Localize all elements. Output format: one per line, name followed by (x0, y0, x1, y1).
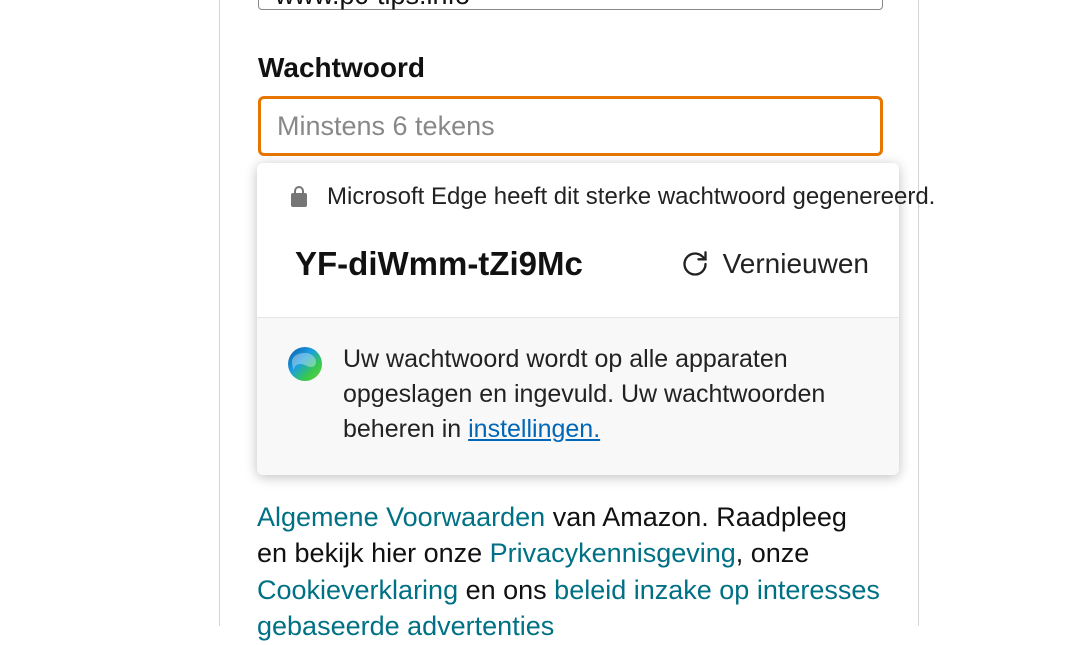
legal-span-3: en ons (458, 575, 554, 605)
edge-logo-icon (287, 346, 323, 382)
popup-header: Microsoft Edge heeft dit sterke wachtwoo… (257, 163, 899, 221)
popup-header-text: Microsoft Edge heeft dit sterke wachtwoo… (327, 183, 935, 211)
password-placeholder: Minstens 6 tekens (277, 111, 495, 142)
terms-link[interactable]: Algemene Voorwaarden (257, 502, 545, 532)
password-input[interactable]: Minstens 6 tekens (258, 96, 883, 156)
popup-password-row: YF-diWmm-tZi9Mc Vernieuwen (257, 221, 899, 317)
cookie-link[interactable]: Cookieverklaring (257, 575, 458, 605)
url-value: www.pc-tips.info (275, 0, 470, 11)
popup-footer: Uw wachtwoord wordt op alle apparaten op… (257, 317, 899, 475)
legal-span-2: , onze (736, 538, 810, 568)
popup-footer-text: Uw wachtwoord wordt op alle apparaten op… (343, 342, 869, 447)
refresh-label: Vernieuwen (723, 248, 869, 280)
refresh-button[interactable]: Vernieuwen (681, 248, 869, 280)
privacy-link[interactable]: Privacykennisgeving (490, 538, 736, 568)
url-input[interactable]: www.pc-tips.info (258, 0, 883, 10)
password-suggestion-popup: Microsoft Edge heeft dit sterke wachtwoo… (257, 163, 899, 475)
generated-password[interactable]: YF-diWmm-tZi9Mc (295, 245, 681, 283)
refresh-icon (681, 250, 709, 278)
legal-text: Algemene Voorwaarden van Amazon. Raadple… (257, 499, 882, 645)
lock-icon (287, 185, 311, 209)
password-label: Wachtwoord (258, 52, 880, 84)
settings-link[interactable]: instellingen. (468, 415, 600, 443)
